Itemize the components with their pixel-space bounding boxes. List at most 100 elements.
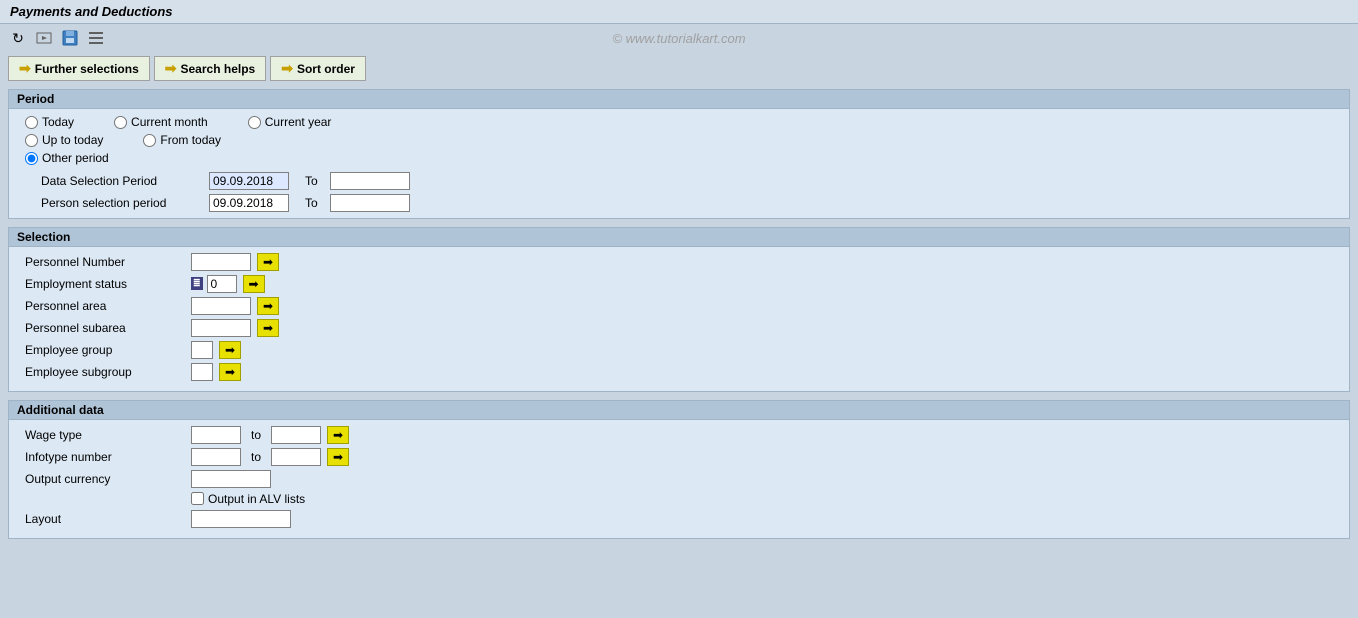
data-selection-to-label: To	[305, 174, 318, 188]
selection-section: Selection Personnel Number ➡ Employment …	[8, 227, 1350, 392]
tab-search-helps-label: Search helps	[181, 62, 256, 76]
radio-up-to-today[interactable]: Up to today	[25, 133, 103, 147]
employment-status-arrow-button[interactable]: ➡	[243, 275, 265, 293]
local-menu-icon[interactable]	[86, 28, 106, 48]
output-alv-text: Output in ALV lists	[208, 492, 305, 506]
radio-current-month-input[interactable]	[114, 116, 127, 129]
person-selection-to-label: To	[305, 196, 318, 210]
person-selection-row: Person selection period To	[41, 194, 1333, 212]
sort-order-arrow-icon: ➡	[281, 60, 293, 77]
radio-from-today-label: From today	[160, 133, 221, 147]
infotype-number-label: Infotype number	[25, 450, 185, 464]
employee-subgroup-arrow-button[interactable]: ➡	[219, 363, 241, 381]
infotype-number-arrow-button[interactable]: ➡	[327, 448, 349, 466]
radio-other-period[interactable]: Other period	[25, 151, 109, 165]
title-bar: Payments and Deductions	[0, 0, 1358, 24]
period-body: Today Current month Current year Up to t…	[9, 109, 1349, 218]
page-title: Payments and Deductions	[10, 4, 173, 19]
radio-current-month-label: Current month	[131, 115, 208, 129]
infotype-number-from-input[interactable]	[191, 448, 241, 466]
tab-sort-order-label: Sort order	[297, 62, 355, 76]
personnel-subarea-row: Personnel subarea ➡	[25, 319, 1333, 337]
radio-current-year[interactable]: Current year	[248, 115, 332, 129]
tab-further-selections-label: Further selections	[35, 62, 139, 76]
radio-today-input[interactable]	[25, 116, 38, 129]
personnel-number-arrow-button[interactable]: ➡	[257, 253, 279, 271]
personnel-subarea-arrow-button[interactable]: ➡	[257, 319, 279, 337]
output-alv-row: Output in ALV lists	[25, 492, 1333, 506]
employment-status-input[interactable]	[207, 275, 237, 293]
personnel-area-input[interactable]	[191, 297, 251, 315]
personnel-subarea-label: Personnel subarea	[25, 321, 185, 335]
personnel-number-label: Personnel Number	[25, 255, 185, 269]
personnel-subarea-input[interactable]	[191, 319, 251, 337]
employee-subgroup-row: Employee subgroup ➡	[25, 363, 1333, 381]
additional-data-header: Additional data	[9, 401, 1349, 420]
watermark: © www.tutorialkart.com	[612, 31, 745, 46]
employee-group-row: Employee group ➡	[25, 341, 1333, 359]
employee-subgroup-input[interactable]	[191, 363, 213, 381]
output-currency-label: Output currency	[25, 472, 185, 486]
wage-type-arrow-button[interactable]: ➡	[327, 426, 349, 444]
radio-up-to-today-input[interactable]	[25, 134, 38, 147]
selection-body: Personnel Number ➡ Employment status ≣ ➡…	[9, 247, 1349, 391]
forward-icon[interactable]	[34, 28, 54, 48]
person-selection-from-input[interactable]	[209, 194, 289, 212]
radio-today[interactable]: Today	[25, 115, 74, 129]
tab-bar: ➡ Further selections ➡ Search helps ➡ So…	[0, 52, 1358, 85]
output-alv-label[interactable]: Output in ALV lists	[191, 492, 305, 506]
layout-label: Layout	[25, 512, 185, 526]
tab-sort-order[interactable]: ➡ Sort order	[270, 56, 366, 81]
employee-group-arrow-button[interactable]: ➡	[219, 341, 241, 359]
search-helps-arrow-icon: ➡	[165, 60, 177, 77]
employment-status-icon: ≣	[191, 277, 203, 290]
radio-today-label: Today	[42, 115, 74, 129]
wage-type-to-label: to	[251, 428, 261, 442]
layout-row: Layout	[25, 510, 1333, 528]
data-selection-row: Data Selection Period To	[41, 172, 1333, 190]
data-selection-to-input[interactable]	[330, 172, 410, 190]
wage-type-from-input[interactable]	[191, 426, 241, 444]
period-header: Period	[9, 90, 1349, 109]
personnel-number-input[interactable]	[191, 253, 251, 271]
employment-status-input-group: ≣	[191, 275, 237, 293]
wage-type-label: Wage type	[25, 428, 185, 442]
data-selection-from-input[interactable]	[209, 172, 289, 190]
employment-status-label: Employment status	[25, 277, 185, 291]
tab-search-helps[interactable]: ➡ Search helps	[154, 56, 266, 81]
wage-type-to-input[interactable]	[271, 426, 321, 444]
employee-group-label: Employee group	[25, 343, 185, 357]
back-icon[interactable]: ↻	[8, 28, 28, 48]
personnel-area-label: Personnel area	[25, 299, 185, 313]
output-alv-checkbox[interactable]	[191, 492, 204, 505]
radio-current-month[interactable]: Current month	[114, 115, 208, 129]
layout-input[interactable]	[191, 510, 291, 528]
radio-from-today-input[interactable]	[143, 134, 156, 147]
radio-up-to-today-label: Up to today	[42, 133, 103, 147]
data-selection-label: Data Selection Period	[41, 174, 201, 188]
toolbar: ↻ © www.tutorialkart.com	[0, 24, 1358, 52]
person-selection-to-input[interactable]	[330, 194, 410, 212]
output-currency-row: Output currency	[25, 470, 1333, 488]
infotype-number-to-label: to	[251, 450, 261, 464]
employee-subgroup-label: Employee subgroup	[25, 365, 185, 379]
radio-from-today[interactable]: From today	[143, 133, 221, 147]
infotype-number-to-input[interactable]	[271, 448, 321, 466]
further-selections-arrow-icon: ➡	[19, 60, 31, 77]
personnel-number-row: Personnel Number ➡	[25, 253, 1333, 271]
selection-header: Selection	[9, 228, 1349, 247]
main-content: Period Today Current month Current year	[0, 85, 1358, 551]
tab-further-selections[interactable]: ➡ Further selections	[8, 56, 150, 81]
output-currency-input[interactable]	[191, 470, 271, 488]
save-icon[interactable]	[60, 28, 80, 48]
employee-group-input[interactable]	[191, 341, 213, 359]
personnel-area-row: Personnel area ➡	[25, 297, 1333, 315]
additional-data-body: Wage type to ➡ Infotype number to ➡ Outp…	[9, 420, 1349, 538]
infotype-number-row: Infotype number to ➡	[25, 448, 1333, 466]
radio-current-year-input[interactable]	[248, 116, 261, 129]
radio-other-period-label: Other period	[42, 151, 109, 165]
radio-current-year-label: Current year	[265, 115, 332, 129]
additional-data-section: Additional data Wage type to ➡ Infotype …	[8, 400, 1350, 539]
radio-other-period-input[interactable]	[25, 152, 38, 165]
personnel-area-arrow-button[interactable]: ➡	[257, 297, 279, 315]
